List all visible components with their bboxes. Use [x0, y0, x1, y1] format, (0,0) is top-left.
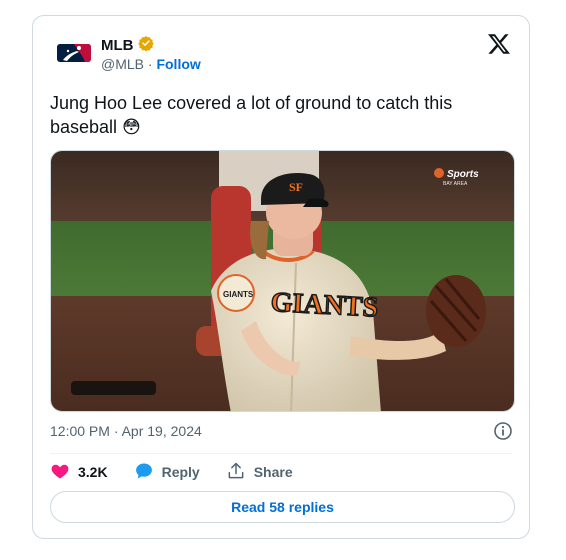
follow-link[interactable]: Follow	[156, 56, 200, 72]
tweet-text: Jung Hoo Lee covered a lot of ground to …	[50, 93, 453, 137]
like-button[interactable]: 3.2K	[50, 461, 108, 484]
svg-text:SF: SF	[289, 180, 303, 194]
handle-row: @MLB · Follow	[101, 56, 201, 72]
action-bar: 3.2K Reply Share	[50, 460, 319, 484]
read-replies-button[interactable]: Read 58 replies	[50, 491, 515, 523]
reply-bubble-icon	[134, 461, 154, 484]
handle-separator: ·	[147, 56, 153, 72]
likes-count: 3.2K	[78, 464, 108, 480]
heart-icon	[50, 461, 70, 484]
svg-text:Sports: Sports	[447, 169, 479, 180]
sleeve-patch-text: GIANTS	[223, 290, 254, 299]
account-name[interactable]: MLB	[101, 37, 134, 54]
account-name-row[interactable]: MLB	[101, 35, 154, 56]
tweet-timestamp[interactable]: 12:00 PM · Apr 19, 2024	[50, 423, 202, 439]
svg-text:BAY AREA: BAY AREA	[443, 181, 468, 187]
reply-label: Reply	[161, 464, 200, 480]
account-handle[interactable]: @MLB	[101, 56, 144, 72]
verified-badge-icon	[137, 35, 154, 56]
jersey-lettering: GIANTS	[270, 287, 379, 324]
mlb-logo-avatar[interactable]	[55, 38, 93, 66]
divider	[50, 453, 512, 454]
tweet-media-image[interactable]: SF GIANTS GIANTS Sports BAY AREA	[50, 150, 515, 412]
x-logo-icon[interactable]	[487, 32, 511, 56]
reply-button[interactable]: Reply	[134, 461, 200, 484]
share-upload-icon	[226, 461, 246, 484]
info-icon[interactable]	[493, 421, 513, 441]
share-button[interactable]: Share	[226, 461, 293, 484]
tweet-card: MLB @MLB · Follow Jung Hoo Lee covered a…	[32, 15, 530, 539]
share-label: Share	[253, 464, 293, 480]
